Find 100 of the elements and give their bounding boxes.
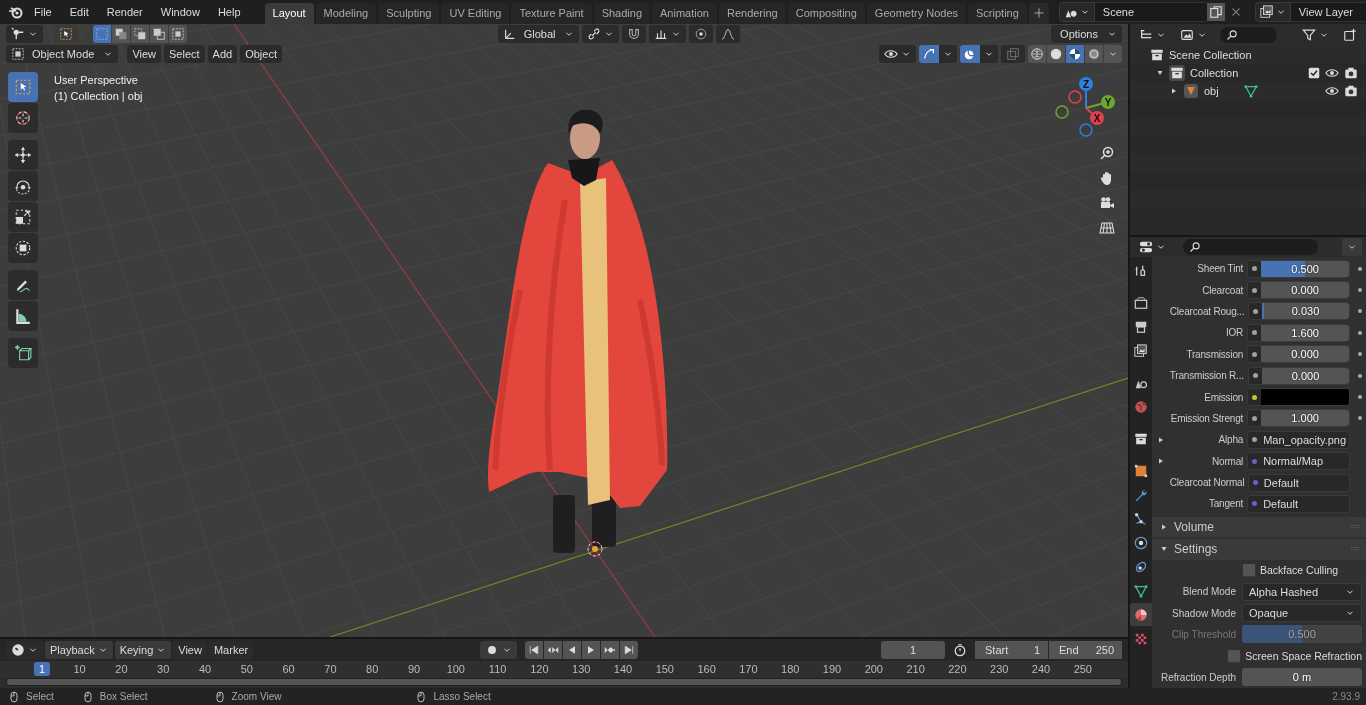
frame-number: 180 bbox=[781, 663, 800, 675]
dropdown[interactable]: Opaque bbox=[1242, 604, 1362, 622]
socket-link-field[interactable]: Man_opacity.png bbox=[1247, 430, 1351, 449]
dropdown[interactable]: Alpha Hashed bbox=[1242, 582, 1362, 601]
view-layer-name-field[interactable]: View Layer bbox=[1290, 2, 1366, 22]
socket-link-field[interactable]: Default bbox=[1247, 495, 1351, 513]
viewport-info-text: User Perspective bbox=[54, 74, 139, 86]
workspace-tab[interactable]: Rendering bbox=[718, 3, 786, 24]
scene-name-field[interactable]: Scene bbox=[1094, 2, 1207, 22]
field-label: Normal bbox=[1211, 455, 1244, 467]
workspace-tab[interactable]: Shading bbox=[593, 3, 651, 24]
field-label: Clip Threshold bbox=[1170, 628, 1236, 640]
frame-number: 230 bbox=[990, 663, 1009, 675]
slider-field[interactable]: 0 m bbox=[1242, 668, 1362, 687]
frame-number: 60 bbox=[282, 663, 295, 675]
options-dropdown[interactable]: Options bbox=[1051, 25, 1122, 43]
status-hint: Lasso Select bbox=[433, 691, 491, 702]
frame-number: 100 bbox=[446, 663, 465, 675]
slider-field[interactable]: 0.500 bbox=[1247, 259, 1351, 278]
menu-item[interactable]: Window bbox=[152, 3, 208, 21]
slider-field[interactable]: 0.000 bbox=[1247, 366, 1351, 385]
field-label: Clearcoat bbox=[1201, 284, 1244, 296]
frame-number: 50 bbox=[240, 663, 253, 675]
workspace-tab[interactable]: Animation bbox=[652, 3, 717, 24]
start-frame-field[interactable]: Start 1 bbox=[975, 641, 1048, 659]
menu-item[interactable]: Marker bbox=[208, 641, 254, 659]
field-label: Transmission R... bbox=[1169, 370, 1244, 382]
panel-header[interactable]: Settings bbox=[1152, 539, 1366, 560]
workspace-tab[interactable]: Scripting bbox=[968, 3, 1027, 24]
frame-number: 110 bbox=[488, 663, 507, 675]
workspace-tab[interactable]: UV Editing bbox=[441, 3, 510, 24]
menu-item[interactable]: View bbox=[173, 641, 207, 659]
field-label: Refraction Depth bbox=[1159, 671, 1236, 683]
frame-number: 130 bbox=[572, 663, 591, 675]
scene-selector[interactable]: Scene bbox=[1058, 3, 1247, 21]
menu-item[interactable]: Select bbox=[164, 45, 205, 63]
field-label: IOR bbox=[1224, 327, 1244, 339]
workspace-tab[interactable]: Modeling bbox=[315, 3, 377, 24]
field-label: Shadow Mode bbox=[1171, 607, 1236, 619]
menu-item[interactable]: View bbox=[127, 45, 162, 63]
frame-number: 30 bbox=[157, 663, 170, 675]
viewport-info-text: (1) Collection | obj bbox=[54, 90, 143, 102]
mode-dropdown[interactable]: Object Mode bbox=[6, 45, 119, 63]
orientation-dropdown[interactable]: Global bbox=[497, 25, 580, 43]
axis-handle[interactable]: Z bbox=[1079, 77, 1093, 91]
socket-link-field[interactable]: Normal/Map bbox=[1247, 452, 1351, 471]
menu-item[interactable]: File bbox=[26, 3, 60, 21]
workspace-tab[interactable]: Sculpting bbox=[378, 3, 440, 24]
menu-item[interactable]: Render bbox=[98, 3, 151, 21]
menu-dropdown[interactable]: Keying bbox=[114, 641, 172, 659]
end-frame-field[interactable]: End 250 bbox=[1049, 641, 1122, 659]
frame-number: 120 bbox=[530, 663, 549, 675]
menu-dropdown[interactable]: Playback bbox=[45, 641, 113, 659]
field-label: Emission bbox=[1203, 391, 1244, 403]
frame-number: 250 bbox=[1073, 663, 1092, 675]
frame-number: 200 bbox=[864, 663, 883, 675]
field-label: Clearcoat Roug... bbox=[1169, 305, 1244, 317]
version-label: 2.93.9 bbox=[1332, 691, 1360, 702]
frame-number: 150 bbox=[655, 663, 674, 675]
current-frame-field[interactable]: 1 bbox=[881, 641, 945, 659]
outliner-item[interactable]: Collection bbox=[1190, 67, 1239, 79]
status-hint: Zoom View bbox=[231, 691, 282, 702]
slider-field[interactable]: 0.000 bbox=[1247, 281, 1351, 300]
status-hint: Select bbox=[26, 691, 54, 702]
menu-item[interactable]: Edit bbox=[61, 3, 97, 21]
menu-item[interactable]: Help bbox=[209, 3, 249, 21]
workspace-tab[interactable]: Geometry Nodes bbox=[866, 3, 966, 24]
number-field[interactable]: 1.000 bbox=[1247, 409, 1351, 428]
field-label: Clearcoat Normal bbox=[1169, 477, 1244, 489]
menu-item[interactable]: Add bbox=[207, 45, 238, 63]
frame-number: 210 bbox=[906, 663, 925, 675]
slider-field[interactable]: 0.030 bbox=[1247, 302, 1351, 321]
view-layer-selector[interactable]: View Layer bbox=[1254, 3, 1366, 21]
field-label: Emission Strengt bbox=[1169, 412, 1244, 424]
frame-number: 190 bbox=[822, 663, 842, 675]
frame-number: 90 bbox=[407, 663, 421, 675]
axis-handle[interactable]: Y bbox=[1101, 95, 1115, 109]
number-field[interactable]: 1.600 bbox=[1247, 323, 1351, 342]
menu-item[interactable]: Object bbox=[240, 45, 282, 63]
frame-number: 10 bbox=[73, 663, 86, 675]
field-label: Tangent bbox=[1207, 498, 1244, 510]
workspace-tab[interactable]: Layout bbox=[264, 3, 314, 24]
workspace-tab[interactable]: Compositing bbox=[787, 3, 865, 24]
frame-number: 80 bbox=[366, 663, 379, 675]
status-hint: Box Select bbox=[99, 691, 148, 702]
frame-number: 220 bbox=[948, 663, 967, 675]
socket-link-field[interactable]: Default bbox=[1247, 473, 1351, 492]
workspace-tab[interactable]: Texture Paint bbox=[511, 3, 592, 24]
outliner-item[interactable]: Scene Collection bbox=[1169, 49, 1252, 61]
slider-field[interactable]: 0.000 bbox=[1247, 345, 1351, 364]
frame-number: 20 bbox=[115, 663, 128, 675]
frame-number: 160 bbox=[697, 663, 716, 675]
axis-handle[interactable]: X bbox=[1090, 111, 1104, 125]
checkbox[interactable]: Backface Culling bbox=[1242, 563, 1339, 578]
panel-header[interactable]: Volume bbox=[1152, 516, 1366, 538]
frame-number: 140 bbox=[613, 663, 633, 675]
outliner-item[interactable]: obj bbox=[1204, 85, 1219, 97]
field-label: Sheen Tint bbox=[1196, 263, 1244, 275]
checkbox[interactable]: Screen Space Refraction bbox=[1227, 648, 1362, 663]
current-frame-marker[interactable]: 1 bbox=[33, 662, 51, 676]
